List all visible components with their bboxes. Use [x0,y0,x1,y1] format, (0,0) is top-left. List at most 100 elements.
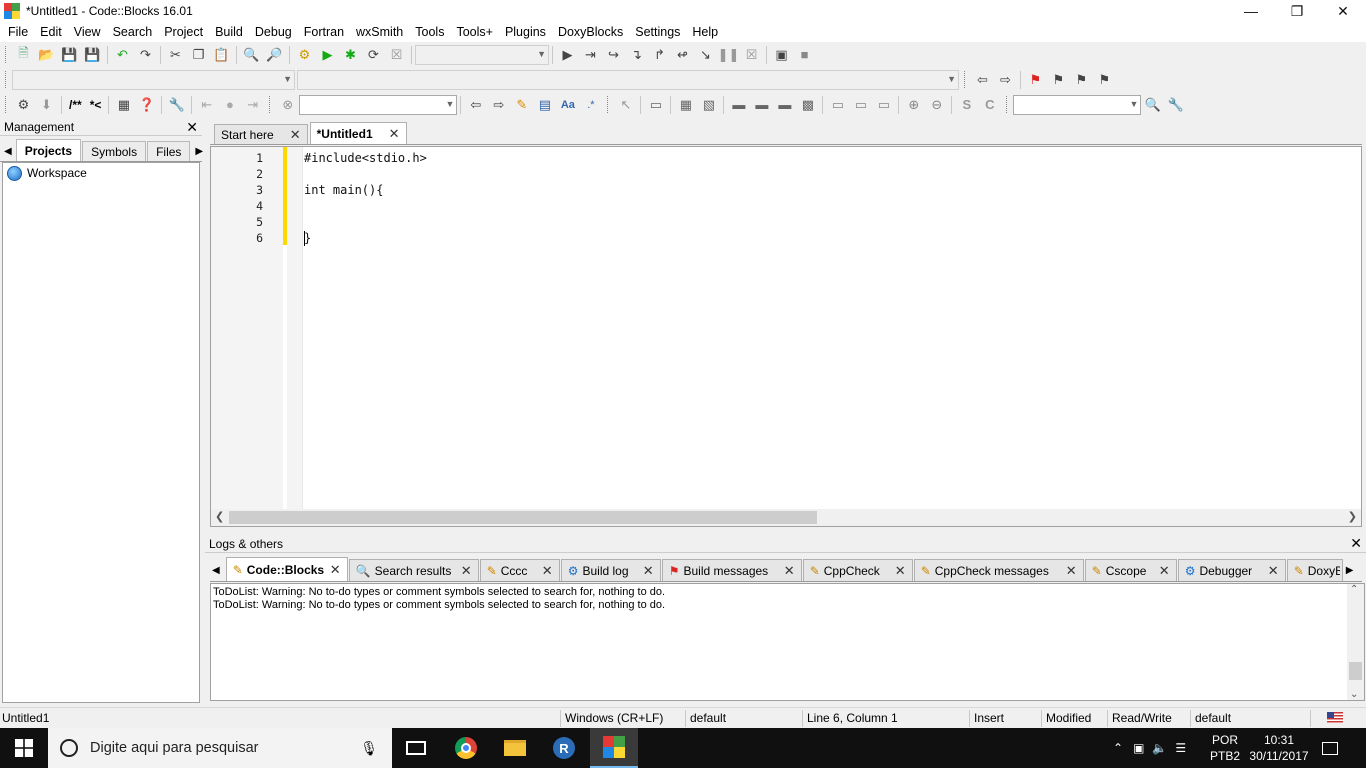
zoom-out-icon[interactable]: ⊖ [928,96,946,114]
text-block-icon[interactable]: ▧ [700,96,718,114]
volume-icon[interactable]: 🔈 [1152,741,1167,755]
tab-scroll-right-icon[interactable]: ▶ [1346,565,1354,576]
show-hidden-icons-icon[interactable]: ⌃ [1113,741,1123,755]
menu-file[interactable]: File [2,25,34,39]
close-icon[interactable]: ✕ [186,119,198,136]
tab-start-here[interactable]: Start here ✕ [214,124,308,144]
selected-text-icon[interactable]: ▤ [536,96,554,114]
taskbar-search[interactable]: Digite aqui para pesquisar 🎙 [48,728,392,768]
tab-codeblocks-log[interactable]: ✎ Code::Blocks ✕ [225,557,348,581]
pointer-icon[interactable]: ↖ [617,96,635,114]
menu-view[interactable]: View [68,25,107,39]
tab-scroll-left-icon[interactable]: ◀ [4,146,12,157]
code-line[interactable]: #include<stdio.h> [304,151,427,165]
scroll-down-icon[interactable]: ⌄ [1350,689,1358,700]
close-icon[interactable]: ✕ [643,563,654,579]
build-target-select[interactable]: ▼ [415,44,549,65]
new-file-icon[interactable]: 🗎 [15,45,33,64]
menu-help[interactable]: Help [686,25,724,39]
function-select[interactable]: ▼ [297,69,959,90]
paste-icon[interactable]: 📋 [213,46,231,64]
doc-comment-button[interactable]: /** [69,98,82,112]
menu-debug[interactable]: Debug [249,25,298,39]
help-doc-icon[interactable]: ❓ [138,96,156,114]
debug-info-icon[interactable]: ■ [796,46,814,64]
codeblocks-taskbar-icon[interactable] [590,728,638,768]
abort-icon[interactable]: ☒ [388,46,406,64]
incremental-search-input[interactable]: ▼ [299,94,458,115]
tab-build-messages[interactable]: ⚑ Build messages ✕ [661,559,802,581]
bookmark-next-icon[interactable]: ⚑ [1073,71,1091,89]
us-flag-icon[interactable] [1327,712,1343,723]
wrench-icon[interactable]: 🔧 [168,96,186,114]
close-icon[interactable]: ✕ [542,563,553,579]
horizontal-scrollbar[interactable]: ❮ ❯ [211,509,1361,526]
menu-plugins[interactable]: Plugins [499,25,552,39]
last-icon[interactable]: ⇥ [244,96,262,114]
search-prev-icon[interactable]: ⇦ [467,96,485,114]
compiler-dropdown-icon[interactable]: ⬇ [38,96,56,114]
menu-edit[interactable]: Edit [34,25,68,39]
maximize-button[interactable]: ❐ [1274,0,1320,22]
regex-icon[interactable]: .* [582,96,600,114]
scroll-left-icon[interactable]: ❮ [215,510,224,523]
tab-doxyblocks[interactable]: ✎ DoxyB [1286,559,1343,581]
close-icon[interactable]: ✕ [1350,535,1362,552]
chrome-icon[interactable] [442,728,490,768]
language-indicator[interactable]: POR PTB2 [1210,728,1240,768]
run-to-cursor-icon[interactable]: ⇥ [582,46,600,64]
start-button[interactable] [0,728,48,768]
shape2-icon[interactable]: ▭ [852,96,870,114]
find-icon[interactable]: 🔍 [243,46,261,64]
compiler-icon[interactable]: ⚙ [15,96,33,114]
cut-icon[interactable]: ✂ [167,46,185,64]
save-all-icon[interactable]: 💾 [84,46,102,64]
run-icon[interactable]: ▶ [319,46,337,64]
strukto-s-icon[interactable]: S [958,96,976,114]
close-icon[interactable]: ✕ [290,127,301,143]
tab-scroll-right-icon[interactable]: ▶ [195,146,203,157]
switch-block-icon[interactable]: ▩ [799,96,817,114]
menu-settings[interactable]: Settings [629,25,686,39]
shape1-icon[interactable]: ▭ [829,96,847,114]
menu-tools-plus[interactable]: Tools+ [450,25,498,39]
task-view-icon[interactable] [392,728,440,768]
step-instruction-icon[interactable]: ↘ [697,46,715,64]
step-out-icon[interactable]: ↱ [651,46,669,64]
strukto-c-icon[interactable]: C [981,96,999,114]
tab-search-results[interactable]: 🔍 Search results ✕ [348,559,479,581]
undo-icon[interactable]: ↶ [114,46,132,64]
tab-cppcheck-messages[interactable]: ✎ CppCheck messages ✕ [913,559,1084,581]
code-line[interactable]: int main(){ [304,183,383,197]
menu-wxsmith[interactable]: wxSmith [350,25,409,39]
symbol-search-input[interactable]: ▼ [1013,94,1142,115]
notifications-icon[interactable] [1322,728,1338,768]
close-icon[interactable]: ✕ [461,563,472,579]
next-line-icon[interactable]: ↪ [605,46,623,64]
close-icon[interactable]: ✕ [330,562,341,578]
menu-fortran[interactable]: Fortran [298,25,350,39]
tab-untitled1[interactable]: *Untitled1 ✕ [309,122,407,144]
line-comment-button[interactable]: *< [90,98,102,112]
close-icon[interactable]: ✕ [895,563,906,579]
debug-windows-icon[interactable]: ▣ [773,46,791,64]
menu-search[interactable]: Search [107,25,159,39]
scroll-right-icon[interactable]: ❯ [1348,510,1357,523]
search-next-icon[interactable]: ⇨ [490,96,508,114]
replace-icon[interactable]: 🔎 [266,46,284,64]
scrollbar-thumb[interactable] [1349,662,1362,680]
network-icon[interactable]: ☰ [1175,741,1186,755]
build-gear-icon[interactable]: ⚙ [296,46,314,64]
tab-cccc[interactable]: ✎ Cccc ✕ [479,559,560,581]
block-icon[interactable]: ▭ [647,96,665,114]
menu-doxyblocks[interactable]: DoxyBlocks [552,25,629,39]
close-icon[interactable]: ✕ [1159,563,1170,579]
tab-symbols[interactable]: Symbols [82,141,147,161]
dot-icon[interactable]: ● [221,96,239,114]
clock[interactable]: 10:31 30/11/2017 [1248,728,1310,768]
close-icon[interactable]: ✕ [1268,563,1279,579]
r-app-icon[interactable]: R [540,728,588,768]
first-icon[interactable]: ⇤ [198,96,216,114]
match-case-icon[interactable]: Aa [559,96,577,114]
rebuild-icon[interactable]: ⟳ [365,46,383,64]
